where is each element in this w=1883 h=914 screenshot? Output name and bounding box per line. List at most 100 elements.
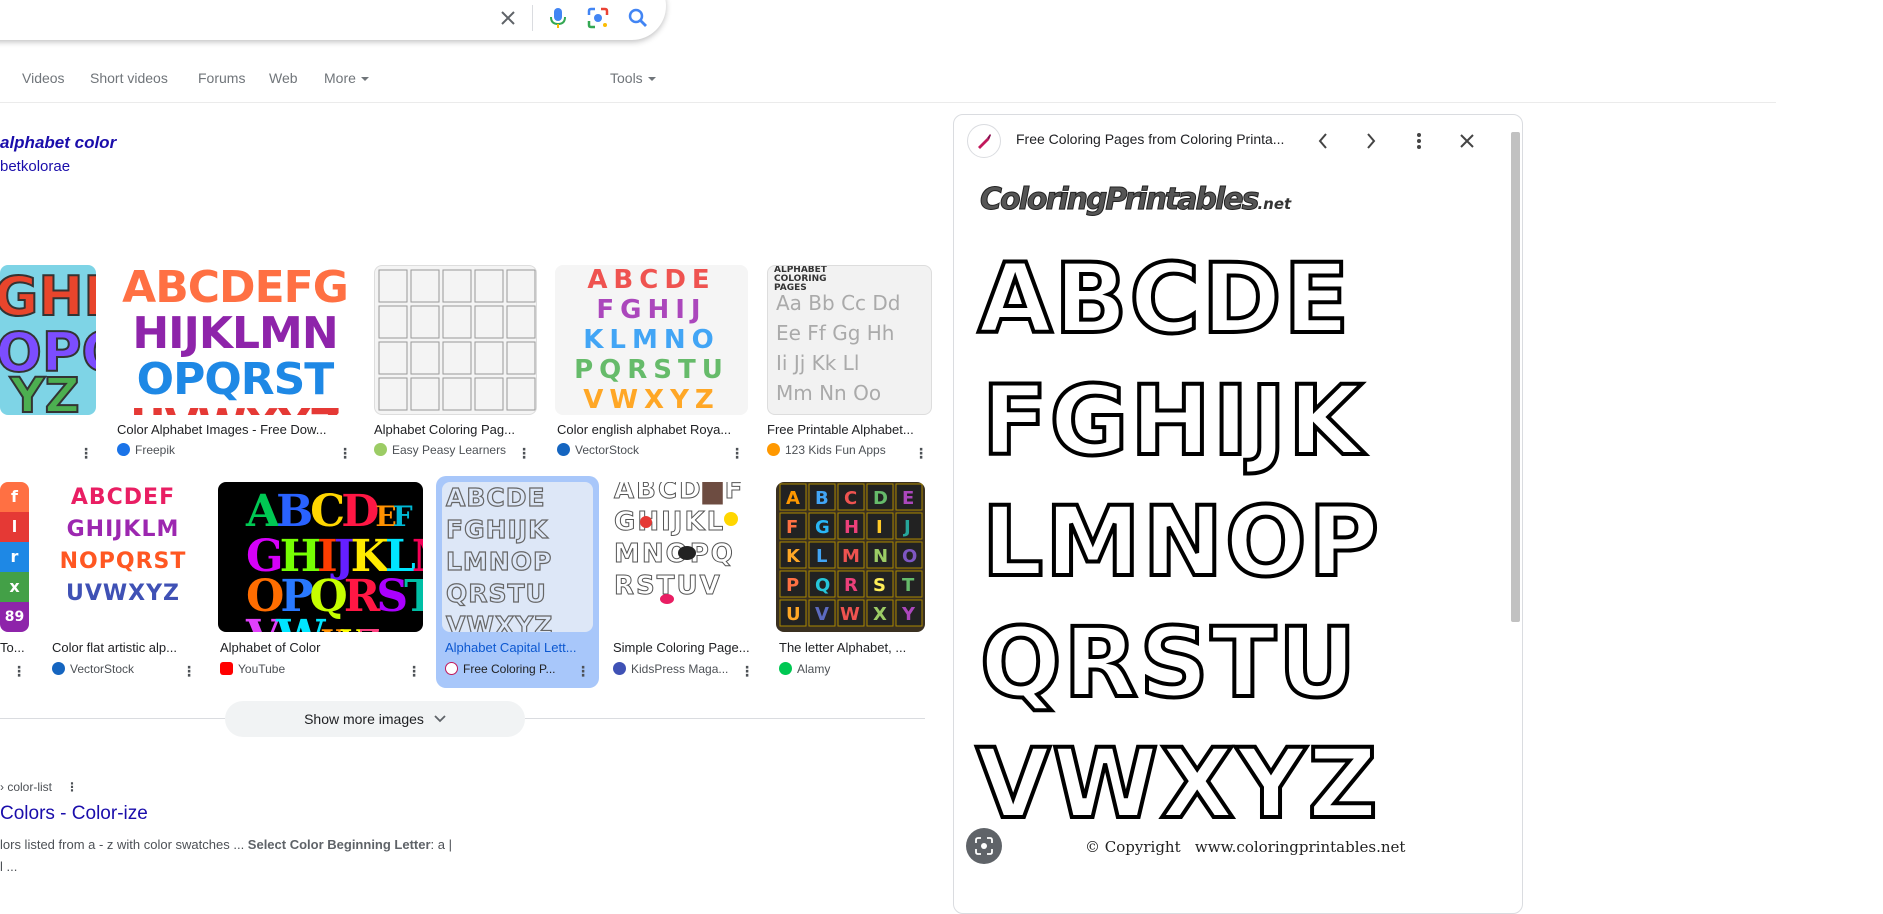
- result-title-link[interactable]: Colors - Color-ize: [0, 803, 148, 825]
- image-thumb[interactable]: f l r x 89: [0, 482, 29, 632]
- thumb-text: QRSTU: [445, 578, 547, 608]
- image-source[interactable]: VectorStock: [52, 662, 182, 676]
- search-icon[interactable]: [624, 4, 652, 32]
- svg-text:J: J: [902, 517, 911, 538]
- thumb-text: UVWXYZ: [65, 581, 180, 606]
- image-source[interactable]: Alamy: [779, 662, 899, 676]
- tools-button[interactable]: Tools: [610, 70, 656, 86]
- image-thumb[interactable]: ABCDE FGHIJ KLMNO PQRSTU VWXYZ: [555, 265, 748, 415]
- next-image-button[interactable]: [1356, 126, 1386, 156]
- divider: [525, 718, 925, 719]
- tab-more[interactable]: More: [324, 70, 369, 86]
- close-icon: [1460, 134, 1474, 148]
- search-bar[interactable]: [0, 0, 666, 40]
- kids-fun-apps-icon: [767, 443, 780, 456]
- image-source[interactable]: Free Coloring P...: [445, 662, 563, 676]
- thumb-text: PQRSTU: [574, 355, 729, 385]
- image-caption[interactable]: Alphabet Capital Lett...: [445, 640, 590, 655]
- image-thumb[interactable]: ABCDEF GHIJKLM NOPQRST UVWXYZ: [49, 482, 197, 632]
- more-options-icon[interactable]: ⋮: [730, 445, 744, 461]
- image-thumb[interactable]: [374, 265, 537, 415]
- image-thumb[interactable]: ABCDE FGHIJK LMNOP QRSTU VWXYZ: [442, 482, 593, 632]
- show-more-label: Show more images: [304, 711, 424, 727]
- svg-text:K: K: [786, 546, 801, 567]
- related-search-subtitle[interactable]: betkolorae: [0, 158, 70, 175]
- image-caption[interactable]: Color Alphabet Images - Free Dow...: [117, 422, 347, 437]
- source-label: Freepik: [135, 443, 176, 457]
- image-caption[interactable]: Alphabet of Color: [220, 640, 410, 655]
- thumb-text: ABCDEFG: [122, 265, 349, 313]
- image-source[interactable]: KidsPress Maga...: [613, 662, 733, 676]
- image-caption[interactable]: Color flat artistic alp...: [52, 640, 197, 655]
- chevron-down-icon: [434, 715, 446, 723]
- image-source[interactable]: Freepik: [117, 443, 277, 457]
- image-source[interactable]: Easy Peasy Learners: [374, 443, 514, 457]
- image-source[interactable]: YouTube: [220, 662, 370, 676]
- preview-title[interactable]: Free Coloring Pages from Coloring Printa…: [1016, 131, 1284, 147]
- lens-search-icon[interactable]: [584, 4, 612, 32]
- image-thumb[interactable]: ALPHABET COLORING PAGES Aa Bb Cc Dd Ee F…: [767, 265, 932, 415]
- image-caption[interactable]: Alphabet Coloring Pag...: [374, 422, 534, 437]
- more-options-icon[interactable]: ⋮: [740, 663, 754, 679]
- image-caption[interactable]: Free Printable Alphabet...: [767, 422, 927, 437]
- image-caption[interactable]: To...: [0, 640, 29, 655]
- youtube-icon: [220, 662, 233, 675]
- svg-text:F: F: [786, 517, 798, 538]
- image-thumb[interactable]: ABCD▆F GHIJKL MNOPQ RSTUV: [612, 482, 758, 632]
- image-caption[interactable]: Simple Coloring Page...: [613, 640, 763, 655]
- preview-letters-row: FGHIJK: [980, 364, 1365, 478]
- image-thumb[interactable]: ABCDEF GHIJKLMN OPQRSTU VWXYZ: [218, 482, 423, 632]
- svg-text:V: V: [815, 604, 829, 625]
- svg-text:M: M: [842, 546, 860, 567]
- image-thumb[interactable]: A B C D E F G H I J K L M N O P Q R S T …: [776, 482, 925, 632]
- more-options-icon[interactable]: ⋮: [338, 445, 352, 461]
- logo-suffix: .net: [1257, 195, 1292, 213]
- more-options-icon[interactable]: ⋮: [914, 445, 928, 461]
- tab-videos[interactable]: Videos: [22, 70, 65, 86]
- show-more-images-button[interactable]: Show more images: [225, 701, 525, 737]
- more-options-button[interactable]: [1404, 126, 1434, 156]
- more-vert-icon: [1417, 133, 1421, 149]
- image-source[interactable]: VectorStock: [557, 443, 707, 457]
- thumb-text: ABCDEF: [70, 485, 176, 510]
- site-favicon: [967, 124, 1001, 158]
- more-options-icon[interactable]: ⋮: [12, 663, 26, 679]
- more-options-icon[interactable]: ⋮: [79, 445, 93, 461]
- kidspress-icon: [613, 662, 626, 675]
- preview-letters-row: LMNOP: [980, 485, 1382, 599]
- image-thumb[interactable]: GHI OPQ YZ: [0, 265, 96, 415]
- more-options-icon[interactable]: ⋮: [66, 780, 78, 794]
- more-options-icon[interactable]: ⋮: [576, 663, 590, 679]
- close-panel-button[interactable]: [1452, 126, 1482, 156]
- tab-forums[interactable]: Forums: [198, 70, 245, 86]
- more-options-icon[interactable]: ⋮: [517, 445, 531, 461]
- image-source[interactable]: 123 Kids Fun Apps: [767, 443, 907, 457]
- result-breadcrumb: › color-list ⋮: [0, 780, 78, 794]
- clear-search-icon[interactable]: [494, 4, 522, 32]
- panel-scrollbar[interactable]: [1511, 132, 1520, 622]
- image-caption[interactable]: The letter Alphabet, ...: [779, 640, 924, 655]
- vectorstock-icon: [52, 662, 65, 675]
- image-caption[interactable]: Color english alphabet Roya...: [557, 422, 747, 437]
- svg-text:Q: Q: [815, 575, 830, 596]
- svg-text:D: D: [873, 488, 888, 509]
- thumb-text: FGHIJ: [596, 295, 707, 325]
- search-input[interactable]: [0, 4, 400, 28]
- snippet-text: l ...: [0, 859, 18, 874]
- chevron-down-icon: [647, 77, 656, 82]
- lens-search-button[interactable]: [966, 828, 1002, 864]
- svg-text:X: X: [873, 604, 887, 625]
- more-options-icon[interactable]: ⋮: [182, 663, 196, 679]
- tab-web[interactable]: Web: [269, 70, 298, 86]
- related-search-title[interactable]: alphabet color: [0, 133, 116, 153]
- image-thumb[interactable]: ABCDEFG HIJKLMN OPQRST UVWXYZ: [117, 265, 353, 415]
- previous-image-button[interactable]: [1308, 126, 1338, 156]
- tools-label: Tools: [610, 70, 643, 86]
- snippet-text: lors listed from a - z with color swatch…: [0, 837, 248, 852]
- svg-text:C: C: [844, 488, 857, 509]
- voice-search-icon[interactable]: [544, 4, 572, 32]
- logo-text: ColoringPrintables: [979, 182, 1259, 218]
- tab-short-videos[interactable]: Short videos: [90, 70, 168, 86]
- preview-letters-row: ABCDE: [976, 242, 1352, 356]
- more-options-icon[interactable]: ⋮: [407, 663, 421, 679]
